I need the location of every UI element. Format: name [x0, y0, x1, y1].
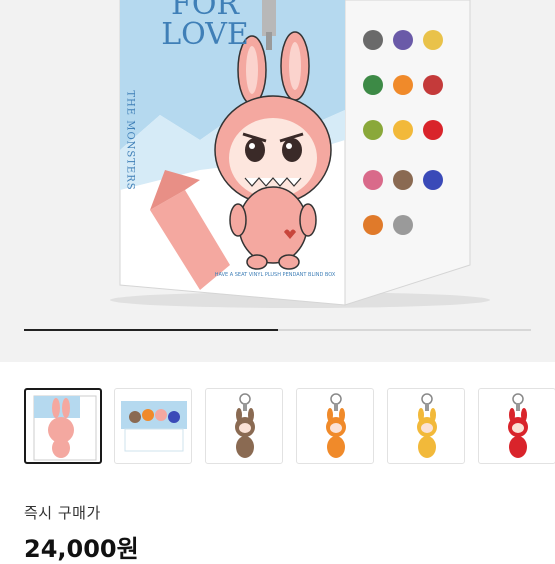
thumbnail-image [417, 393, 437, 458]
product-image-viewer[interactable]: FOR LOVE THE MONSTERS HAVE A SEAT VINYL … [0, 0, 555, 362]
instant-buy-price: 24,000원 [24, 535, 139, 563]
thumb-display-set[interactable] [114, 388, 192, 464]
image-progress-fill [24, 329, 278, 331]
thumbnail-image [121, 401, 187, 452]
image-progress-track [24, 329, 531, 331]
thumb-keychain-red[interactable] [478, 388, 555, 464]
thumb-keychain-orange[interactable] [296, 388, 374, 464]
thumb-keychain-yellow[interactable] [387, 388, 465, 464]
thumbnail-image [326, 393, 346, 458]
thumb-box-front[interactable] [24, 388, 102, 464]
box-title-line2: LOVE [161, 17, 249, 52]
box-title: FOR LOVE [150, 0, 260, 50]
thumbnail-image [508, 393, 528, 458]
thumbnail-strip [0, 388, 555, 470]
box-brand-vertical: THE MONSTERS [124, 90, 136, 191]
thumbnail-image [33, 395, 97, 461]
thumbnail-image [235, 393, 255, 458]
box-caption: HAVE A SEAT VINYL PLUSH PENDANT BLIND BO… [214, 272, 336, 278]
instant-buy-price-label: 즉시 구매가 [24, 504, 101, 522]
thumb-keychain-brown[interactable] [205, 388, 283, 464]
product-hero-image [110, 0, 490, 308]
